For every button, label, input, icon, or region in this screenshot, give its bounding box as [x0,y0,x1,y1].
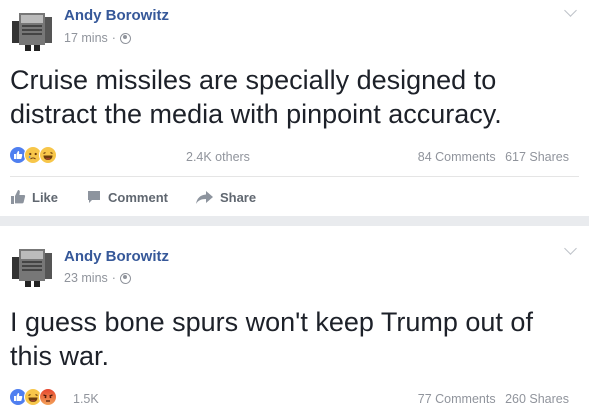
author-name[interactable]: Andy Borowitz [64,248,169,265]
share-button[interactable]: Share [195,189,257,205]
reactions-count[interactable]: 1.5K [73,392,99,406]
post-card: Andy Borowitz 17 mins · Cruise missiles … [0,0,589,216]
chevron-down-icon[interactable] [564,4,577,17]
chevron-down-icon[interactable] [564,242,577,255]
globe-icon [119,32,131,44]
haha-icon [39,146,57,164]
comments-count[interactable]: 84 Comments [418,150,496,164]
share-icon [195,191,213,204]
meta-separator: · [111,271,116,285]
post-meta: 23 mins · [64,271,131,285]
author-avatar[interactable] [10,243,54,287]
like-label: Like [32,189,59,205]
divider [10,176,579,177]
shares-count[interactable]: 617 Shares [505,150,569,164]
author-avatar[interactable] [10,7,54,51]
engagement-counts: 84 Comments 617 Shares [412,150,569,164]
engagement-counts: 77 Comments 260 Shares [412,392,569,406]
post-time[interactable]: 17 mins [64,31,108,45]
meta-separator: · [111,31,116,45]
reaction-icons[interactable] [9,388,57,406]
post-text: I guess bone spurs won't keep Trump out … [10,307,533,371]
post-actions: Like Comment Share [10,189,256,205]
comment-icon [88,191,101,203]
shares-count[interactable]: 260 Shares [505,392,569,406]
comments-count[interactable]: 77 Comments [418,392,496,406]
post-meta: 17 mins · [64,31,131,45]
post-time[interactable]: 23 mins [64,271,108,285]
globe-icon [119,272,131,284]
post-text: Cruise missiles are specially designed t… [10,65,502,129]
reaction-icons[interactable] [9,146,57,164]
comment-button[interactable]: Comment [86,189,168,205]
like-button[interactable]: Like [10,189,58,205]
post-card: Andy Borowitz 23 mins · I guess bone spu… [0,226,589,419]
angry-icon [39,388,57,406]
comment-label: Comment [108,189,168,205]
share-label: Share [219,189,257,205]
author-name[interactable]: Andy Borowitz [64,7,169,24]
thumbs-up-icon [11,190,26,204]
reactions-count[interactable]: 2.4K others [186,150,250,164]
